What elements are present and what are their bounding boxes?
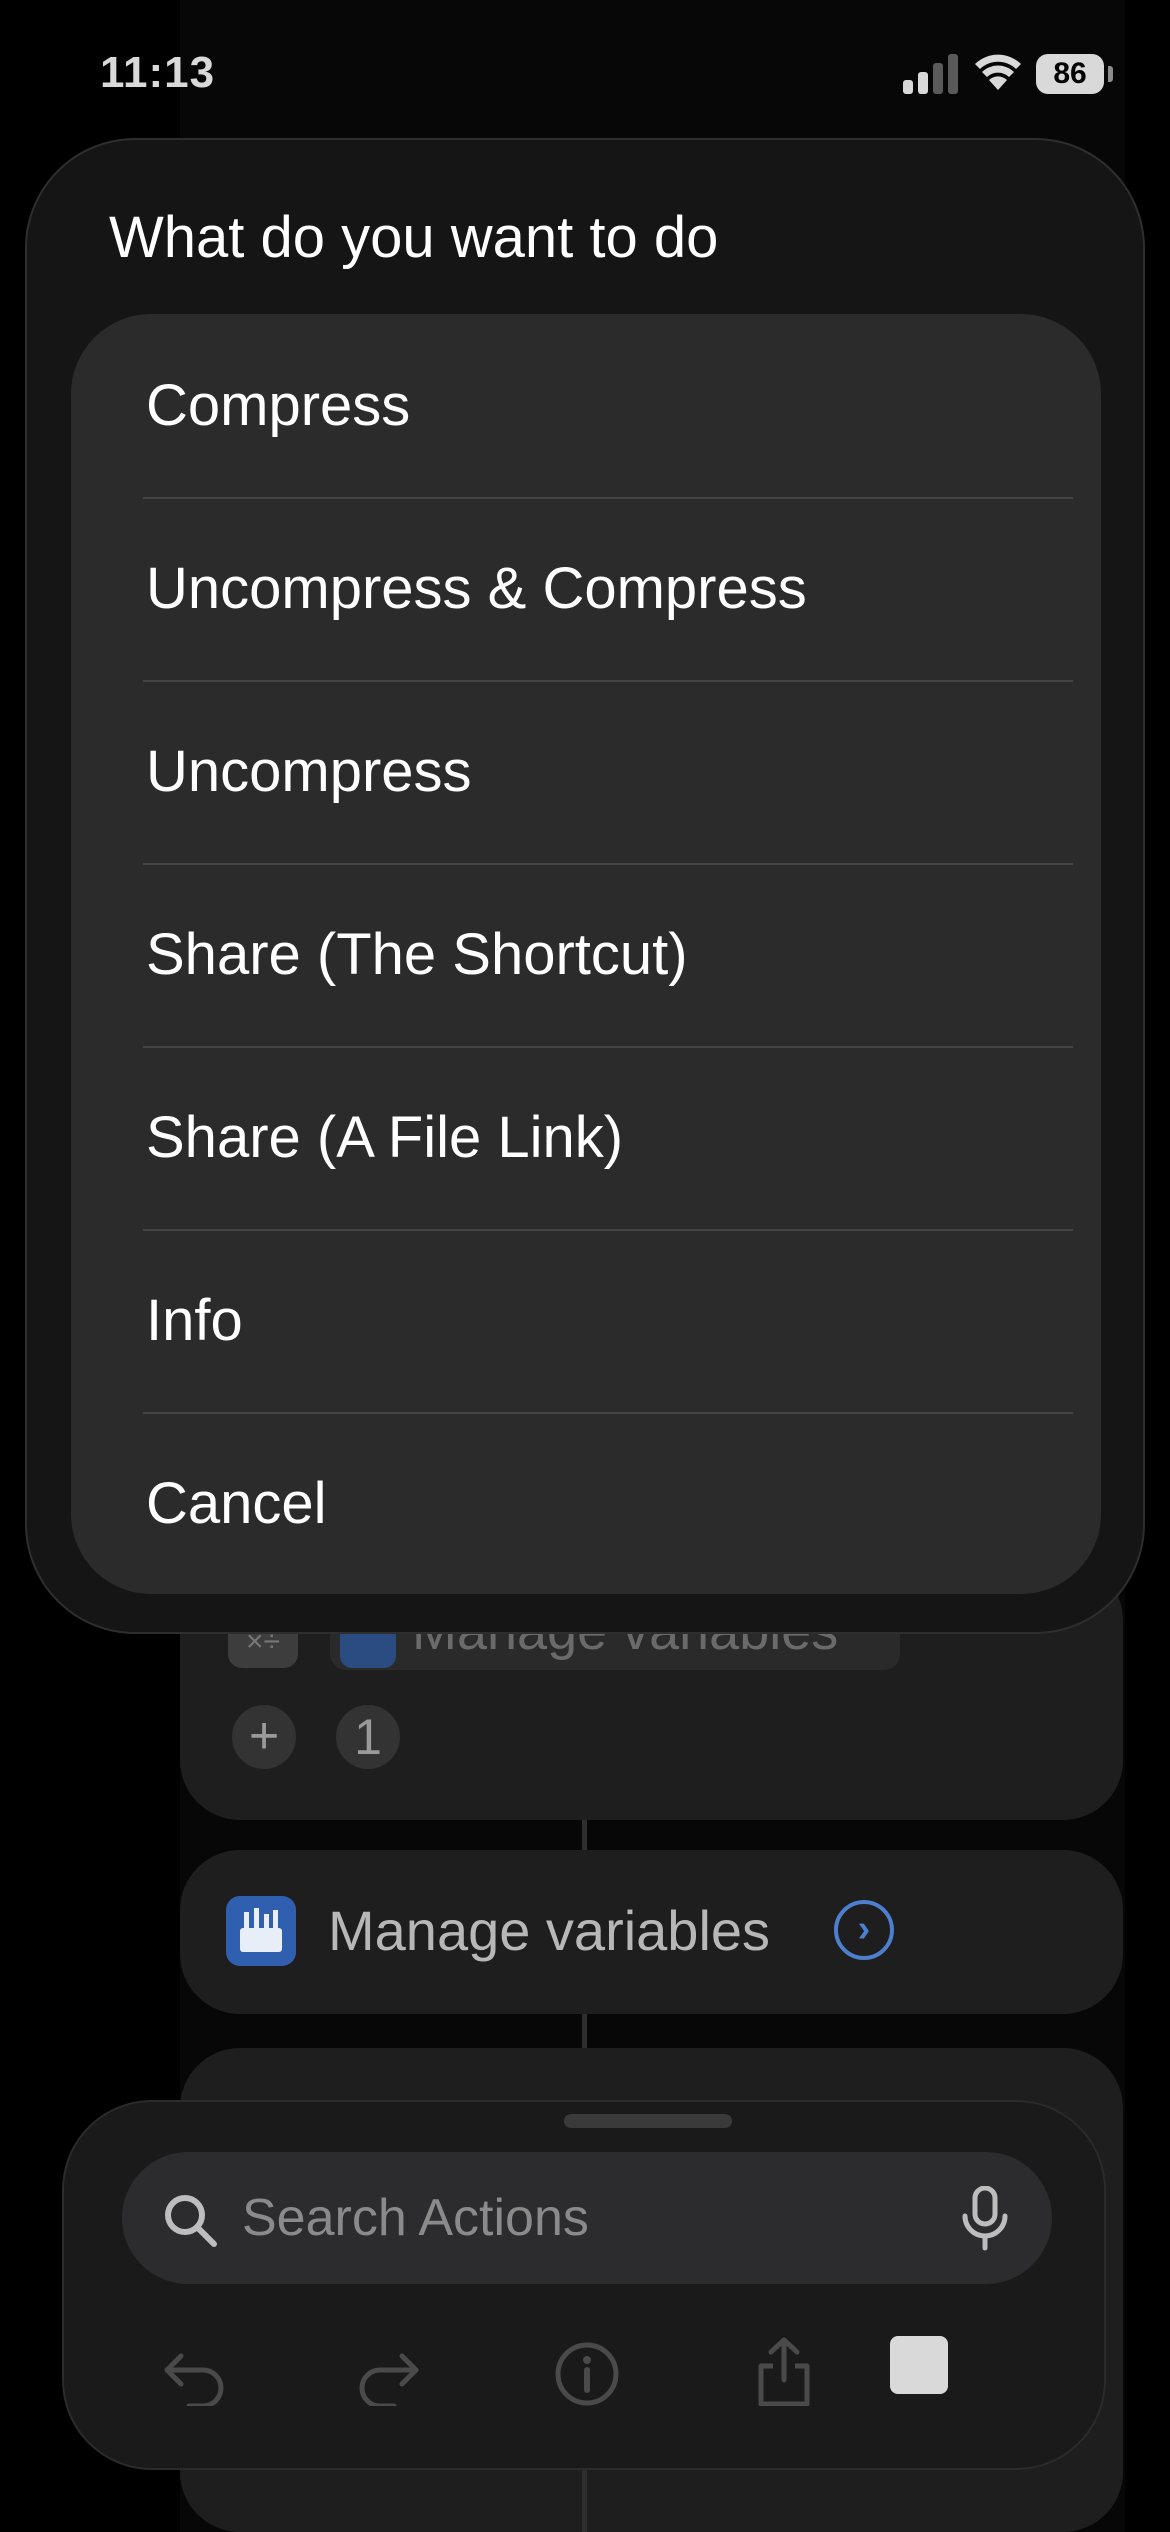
- microphone-icon[interactable]: [960, 2186, 1010, 2252]
- search-icon: [165, 2195, 217, 2247]
- option-label: Info: [146, 1288, 243, 1353]
- info-icon[interactable]: [552, 2336, 622, 2406]
- sheet-grabber[interactable]: [564, 2114, 732, 2128]
- connector-line: [582, 2014, 587, 2048]
- manage-variables-label: Manage variables: [328, 1899, 771, 1962]
- option-cancel[interactable]: Cancel: [71, 1412, 1101, 1594]
- choose-from-menu-sheet: What do you want to do Compress Uncompre…: [25, 138, 1145, 1634]
- option-label: Uncompress & Compress: [146, 556, 807, 621]
- status-bar: 11:13 86: [0, 0, 1170, 150]
- stop-icon[interactable]: [890, 2336, 948, 2394]
- chevron-right-icon[interactable]: ›: [834, 1900, 894, 1960]
- connector-line: [582, 1820, 587, 1850]
- sheet-title: What do you want to do: [109, 205, 719, 270]
- toolbox-icon: [226, 1896, 296, 1966]
- battery-indicator: 86: [1036, 54, 1104, 94]
- status-time: 11:13: [100, 48, 216, 97]
- connector-line: [582, 2470, 587, 2532]
- editor-toolbar: [64, 2312, 1108, 2422]
- option-share-file-link[interactable]: Share (A File Link): [71, 1046, 1101, 1229]
- menu-options: Compress Uncompress & Compress Uncompres…: [71, 314, 1101, 1594]
- option-label: Cancel: [146, 1471, 327, 1536]
- option-share-shortcut[interactable]: Share (The Shortcut): [71, 863, 1101, 1046]
- share-icon[interactable]: [749, 2336, 819, 2406]
- wifi-icon: [975, 54, 1021, 90]
- redo-icon[interactable]: [354, 2336, 424, 2406]
- option-label: Uncompress: [146, 739, 472, 804]
- undo-icon[interactable]: [159, 2336, 229, 2406]
- option-uncompress[interactable]: Uncompress: [71, 680, 1101, 863]
- option-compress[interactable]: Compress: [71, 314, 1101, 497]
- option-uncompress-and-compress[interactable]: Uncompress & Compress: [71, 497, 1101, 680]
- add-parameter-button[interactable]: +: [232, 1705, 296, 1769]
- parameter-value-chip[interactable]: 1: [336, 1705, 400, 1769]
- search-bar[interactable]: [122, 2152, 1052, 2284]
- option-label: Share (A File Link): [146, 1105, 624, 1170]
- option-label: Compress: [146, 373, 411, 438]
- actions-bottom-sheet[interactable]: [62, 2100, 1106, 2470]
- option-label: Share (The Shortcut): [146, 922, 688, 987]
- battery-nub: [1108, 66, 1113, 82]
- cellular-signal-icon: [903, 54, 959, 94]
- option-info[interactable]: Info: [71, 1229, 1101, 1412]
- search-input[interactable]: [242, 2152, 922, 2284]
